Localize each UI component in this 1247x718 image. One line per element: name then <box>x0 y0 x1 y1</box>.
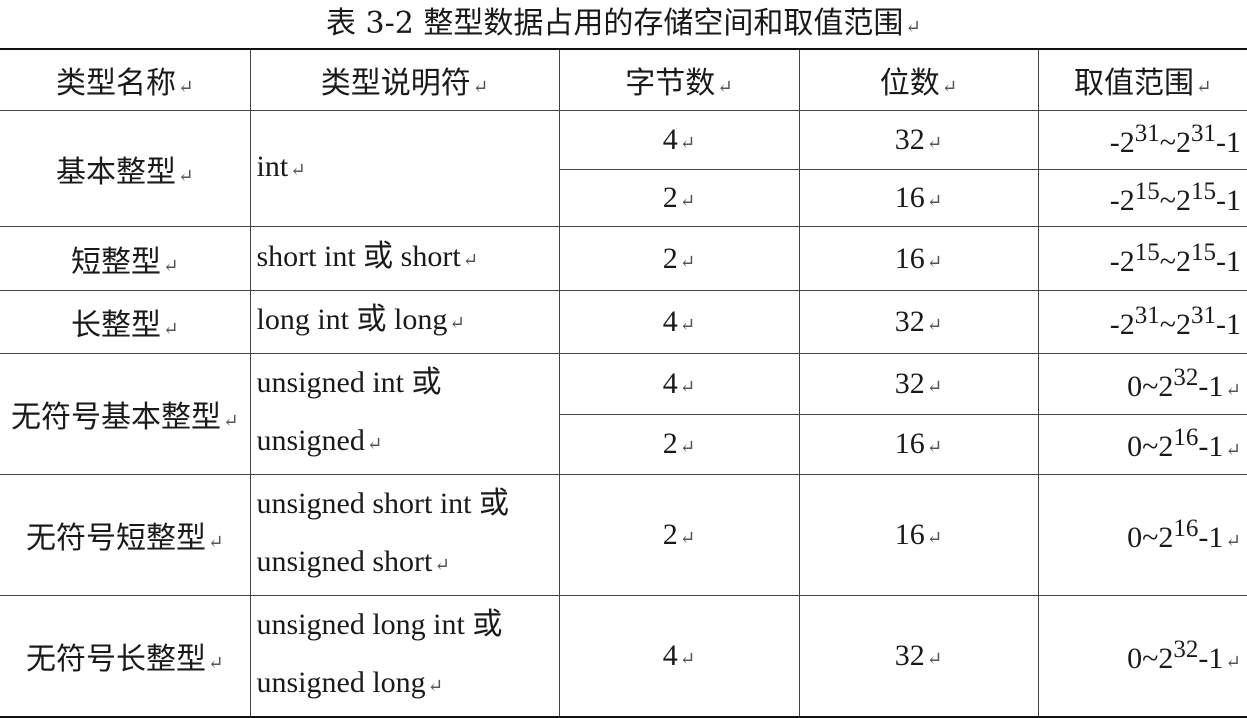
type-name-cell: 短整型 ↵ <box>0 226 251 291</box>
value-range-cell: -215~215-1 <box>1037 169 1247 227</box>
paragraph-mark-icon: ↵ <box>177 77 194 98</box>
table-caption: 表 3-2 整型数据占用的存储空间和取值范围 ↵ <box>0 0 1247 48</box>
integer-types-table: 类型名称 ↵ 类型说明符 ↵ 字节数 ↵ 位数 ↵ 取值范围 ↵ 基本整型 ↵ int ↵ 4… <box>0 48 1247 718</box>
bits-cell: 32 ↵ <box>798 595 1039 718</box>
bytes-cell: 4 ↵ <box>558 110 800 170</box>
paragraph-mark-icon: ↵ <box>679 251 696 273</box>
type-specifier-cell: unsigned int 或 unsigned ↵ <box>249 353 560 475</box>
paragraph-mark-icon: ↵ <box>926 251 943 273</box>
type-specifier-cell: int ↵ <box>249 110 560 227</box>
header-type-specifier: 类型说明符 ↵ <box>249 48 560 111</box>
bytes-cell: 4 ↵ <box>558 290 800 354</box>
paragraph-mark-icon: ↵ <box>462 249 479 271</box>
paragraph-mark-icon: ↵ <box>162 255 179 277</box>
value-range-cell: 0~216-1 ↵ <box>1037 474 1247 596</box>
header-bytes: 字节数 ↵ <box>558 48 800 111</box>
bytes-cell: 2 ↵ <box>558 226 800 291</box>
header-row: 类型名称 ↵ 类型说明符 ↵ 字节数 ↵ 位数 ↵ 取值范围 ↵ <box>0 48 1247 111</box>
paragraph-mark-icon: ↵ <box>926 133 943 154</box>
bytes-cell: 4 ↵ <box>558 353 800 415</box>
value-range-cell: 0~216-1 ↵ <box>1037 413 1247 475</box>
paragraph-mark-icon: ↵ <box>427 676 444 697</box>
paragraph-mark-icon: ↵ <box>366 434 383 455</box>
paragraph-mark-icon: ↵ <box>222 411 239 432</box>
paragraph-mark-icon: ↵ <box>434 555 450 576</box>
type-specifier-cell: long int 或 long ↵ <box>249 290 560 354</box>
bits-cell: 32 ↵ <box>798 353 1039 415</box>
table-row: 无符号长整型 ↵ unsigned long int 或 unsigned long… <box>0 595 1247 718</box>
paragraph-mark-icon: ↵ <box>162 319 179 340</box>
paragraph-mark-icon: ↵ <box>679 191 696 212</box>
paragraph-mark-icon: ↵ <box>290 159 306 181</box>
value-range-cell: -231~231-1 <box>1037 290 1247 354</box>
value-range-cell: 0~232-1 ↵ <box>1037 353 1247 415</box>
paragraph-mark-icon: ↵ <box>1225 379 1241 401</box>
paragraph-mark-icon: ↵ <box>926 376 943 398</box>
bytes-cell: 4 ↵ <box>558 595 800 718</box>
paragraph-mark-icon: ↵ <box>926 649 943 670</box>
paragraph-mark-icon: ↵ <box>926 437 943 459</box>
table-row: 长整型 ↵ long int 或 long ↵ 4 ↵ 32 ↵ -231~231-1 <box>0 290 1247 354</box>
type-name-cell: 无符号短整型 ↵ <box>0 474 251 596</box>
table-row: 无符号短整型 ↵ unsigned short int 或 unsigned sho… <box>0 474 1247 596</box>
paragraph-mark-icon: ↵ <box>926 528 943 549</box>
bits-cell: 32 ↵ <box>798 110 1039 170</box>
value-range-cell: -215~215-1 <box>1037 226 1247 291</box>
type-name-cell: 无符号基本整型 ↵ <box>0 353 251 475</box>
paragraph-mark-icon: ↵ <box>1225 531 1241 552</box>
paragraph-mark-icon: ↵ <box>472 77 489 98</box>
paragraph-mark-icon: ↵ <box>926 191 943 212</box>
bytes-cell: 2 ↵ <box>559 413 800 475</box>
table-row: 短整型 ↵ short int 或 short ↵ 2 ↵ 16 ↵ -215~215-… <box>0 226 1247 291</box>
type-name-cell: 长整型 ↵ <box>0 290 251 354</box>
paragraph-mark-icon: ↵ <box>926 315 943 336</box>
caption-text: 表 3-2 整型数据占用的存储空间和取值范围 <box>326 6 904 41</box>
table-row: 基本整型 ↵ int ↵ 4 ↵ 32 ↵ -231~231-1 <box>0 110 1247 227</box>
bits-cell: 16 ↵ <box>798 169 1039 227</box>
type-specifier-cell: unsigned long int 或 unsigned long ↵ <box>249 595 560 718</box>
paragraph-mark-icon: ↵ <box>717 77 733 98</box>
paragraph-mark-icon: ↵ <box>177 165 194 187</box>
paragraph-mark-icon: ↵ <box>679 376 696 398</box>
paragraph-mark-icon: ↵ <box>207 653 224 674</box>
value-range-cell: 0~232-1 ↵ <box>1037 595 1247 718</box>
bytes-cell: 2 ↵ <box>559 169 800 227</box>
bits-cell: 16 ↵ <box>798 413 1039 475</box>
type-specifier-cell: unsigned short int 或 unsigned short ↵ <box>249 474 560 596</box>
type-name-cell: 无符号长整型 ↵ <box>0 595 251 718</box>
paragraph-mark-icon: ↵ <box>679 133 696 154</box>
paragraph-mark-icon: ↵ <box>679 437 696 459</box>
bytes-cell: 2 ↵ <box>558 474 800 596</box>
paragraph-mark-icon: ↵ <box>207 532 224 553</box>
paragraph-mark-icon: ↵ <box>679 528 696 549</box>
type-specifier-cell: short int 或 short ↵ <box>249 226 560 291</box>
paragraph-mark-icon: ↵ <box>941 77 958 98</box>
header-value-range: 取值范围 ↵ <box>1037 48 1247 111</box>
header-bits: 位数 ↵ <box>798 48 1039 111</box>
bits-cell: 32 ↵ <box>798 290 1039 354</box>
bits-cell: 16 ↵ <box>798 226 1039 291</box>
paragraph-mark-icon: ↵ <box>679 315 696 336</box>
value-range-cell: -231~231-1 <box>1037 110 1247 170</box>
table-row: 无符号基本整型 ↵ unsigned int 或 unsigned ↵ 4 ↵ 32 ↵ … <box>0 353 1247 475</box>
paragraph-mark-icon: ↵ <box>1225 440 1241 462</box>
paragraph-mark-icon: ↵ <box>1225 652 1241 673</box>
type-name-cell: 基本整型 ↵ <box>0 110 251 227</box>
bits-cell: 16 ↵ <box>798 474 1039 596</box>
paragraph-mark-icon: ↵ <box>679 649 696 670</box>
paragraph-mark-icon: ↵ <box>905 17 921 38</box>
header-type-name: 类型名称 ↵ <box>0 48 251 111</box>
paragraph-mark-icon: ↵ <box>1195 77 1212 98</box>
paragraph-mark-icon: ↵ <box>449 313 465 334</box>
